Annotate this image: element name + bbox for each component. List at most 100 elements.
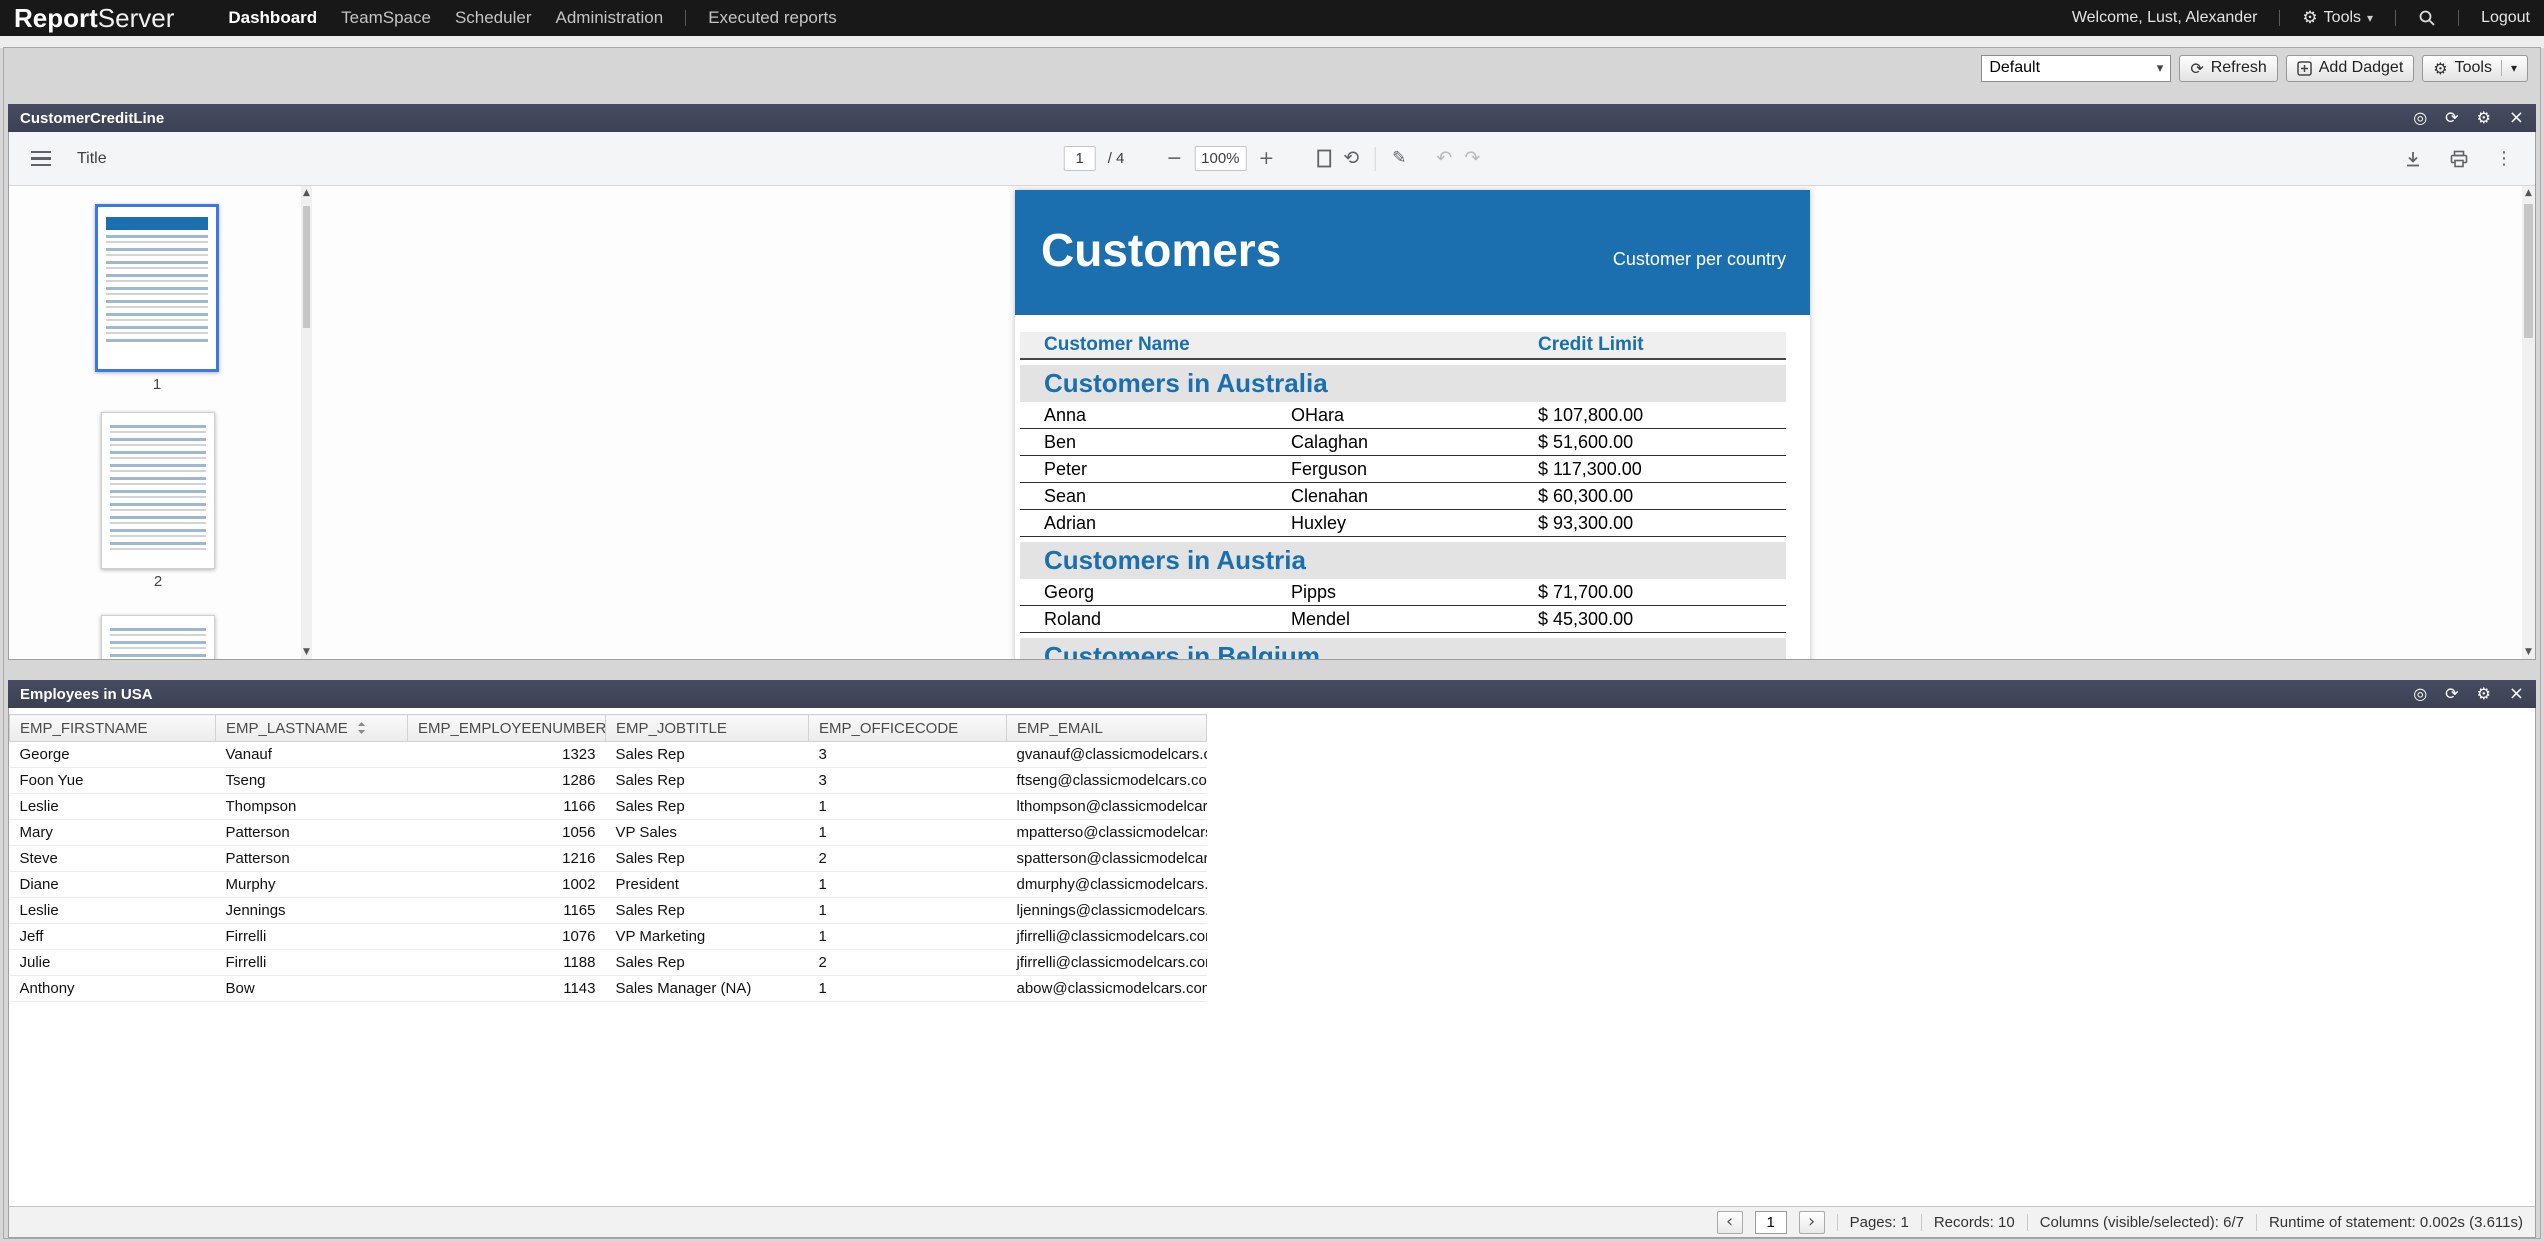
cell-jobtitle: President <box>606 872 809 898</box>
pdf-scrollbar[interactable]: ▲ ▼ <box>2522 186 2535 659</box>
thumbnail-scrollbar[interactable]: ▲ ▼ <box>301 186 312 659</box>
print-icon[interactable] <box>2449 149 2469 169</box>
report-subtitle: Customer per country <box>1613 249 1786 270</box>
tools-button[interactable]: ⚙ Tools ▾ <box>2422 55 2528 82</box>
credit-widget-title: CustomerCreditLine <box>20 110 164 127</box>
gear-icon: ⚙ <box>2302 8 2317 28</box>
widget-refresh-icon[interactable]: ⟳ <box>2445 110 2458 126</box>
widget-settings-icon[interactable]: ⚙ <box>2477 110 2491 126</box>
page-input[interactable] <box>1755 1211 1787 1234</box>
nav-item-administration[interactable]: Administration <box>544 0 676 36</box>
logout-link[interactable]: Logout <box>2481 9 2530 27</box>
credit-widget-header[interactable]: CustomerCreditLine ◎ ⟳ ⚙ × <box>8 104 2536 132</box>
employees-widget-title: Employees in USA <box>20 686 153 703</box>
zoom-out-button[interactable]: − <box>1166 149 1182 168</box>
cell-email: lthompson@classicmodelcars.… <box>1007 794 1207 820</box>
thumbnail-page-3[interactable] <box>101 615 215 659</box>
scrollbar-thumb[interactable] <box>303 206 310 328</box>
menu-icon[interactable] <box>31 151 51 166</box>
cell-lastname: Thompson <box>216 794 408 820</box>
section-heading-austria: Customers in Austria <box>1020 542 1786 579</box>
scroll-down-icon[interactable]: ▼ <box>301 645 312 659</box>
nav-item-dashboard[interactable]: Dashboard <box>216 0 329 36</box>
app-logo[interactable]: ReportServer <box>14 3 174 34</box>
column-header-jobtitle[interactable]: EMP_JOBTITLE <box>606 715 809 742</box>
topbar-tools-menu[interactable]: ⚙ Tools ▾ <box>2302 8 2373 28</box>
employees-widget-header[interactable]: Employees in USA ◎ ⟳ ⚙ × <box>8 680 2536 708</box>
cell-employeenumber: 1076 <box>408 924 606 950</box>
fit-page-icon[interactable] <box>1316 149 1331 168</box>
thumbnail-content-lines <box>106 235 208 345</box>
redo-icon[interactable]: ↷ <box>1464 149 1480 168</box>
add-dadget-label: Add Dadget <box>2319 59 2404 77</box>
cell-employeenumber: 1216 <box>408 846 606 872</box>
cell-lastname: Jennings <box>216 898 408 924</box>
table-row[interactable]: Leslie Thompson 1166 Sales Rep 1 lthomps… <box>10 794 1207 820</box>
table-row[interactable]: Foon Yue Tseng 1286 Sales Rep 3 ftseng@c… <box>10 768 1207 794</box>
search-button[interactable] <box>2418 9 2436 27</box>
dashboard-select[interactable]: Default ▾ <box>1981 55 2171 82</box>
nav-item-scheduler[interactable]: Scheduler <box>443 0 544 36</box>
widget-options-icon[interactable]: ◎ <box>2413 110 2427 126</box>
column-header-firstname[interactable]: EMP_FIRSTNAME <box>10 715 216 742</box>
cell-jobtitle: Sales Manager (NA) <box>606 976 809 1002</box>
pdf-body: 1 2 ▲ ▼ Customers Customer per country C… <box>9 186 2535 659</box>
column-header-officecode[interactable]: EMP_OFFICECODE <box>809 715 1007 742</box>
download-icon[interactable] <box>2403 149 2423 169</box>
dashboard-toolbar: Default ▾ ⟳ Refresh Add Dadget ⚙ Tools ▾ <box>1981 54 2528 82</box>
thumbnail-header-band <box>106 217 208 230</box>
table-row[interactable]: Leslie Jennings 1165 Sales Rep 1 ljennin… <box>10 898 1207 924</box>
columns-label: Columns (visible/selected): 6/7 <box>2040 1214 2244 1231</box>
cell-firstname: George <box>10 742 216 768</box>
zoom-in-button[interactable]: + <box>1258 149 1274 168</box>
rotate-icon[interactable]: ⟲ <box>1343 149 1359 168</box>
cell-email: gvanauf@classicmodelcars.com <box>1007 742 1207 768</box>
refresh-button[interactable]: ⟳ Refresh <box>2179 55 2277 82</box>
nav-item-teamspace[interactable]: TeamSpace <box>329 0 443 36</box>
widget-settings-icon[interactable]: ⚙ <box>2477 686 2491 702</box>
separator <box>2256 1214 2257 1231</box>
cell-jobtitle: VP Sales <box>606 820 809 846</box>
add-dadget-button[interactable]: Add Dadget <box>2286 55 2415 82</box>
cell-officecode: 2 <box>809 846 1007 872</box>
table-row[interactable]: Anthony Bow 1143 Sales Manager (NA) 1 ab… <box>10 976 1207 1002</box>
report-column-headers: Customer Name Credit Limit <box>1020 332 1786 360</box>
cell-lastname: Tseng <box>216 768 408 794</box>
table-row[interactable]: Mary Patterson 1056 VP Sales 1 mpatterso… <box>10 820 1207 846</box>
cell-employeenumber: 1002 <box>408 872 606 898</box>
widget-refresh-icon[interactable]: ⟳ <box>2445 686 2458 702</box>
cell-email: abow@classicmodelcars.com <box>1007 976 1207 1002</box>
zoom-level[interactable]: 100% <box>1194 146 1246 171</box>
cell-lastname: Bow <box>216 976 408 1002</box>
thumbnail-page-2[interactable] <box>101 412 215 569</box>
scroll-up-icon[interactable]: ▲ <box>301 186 312 200</box>
table-row[interactable]: Steve Patterson 1216 Sales Rep 2 spatter… <box>10 846 1207 872</box>
annotate-icon[interactable]: ✎ <box>1392 150 1406 167</box>
refresh-label: Refresh <box>2211 59 2267 77</box>
scrollbar-thumb[interactable] <box>2524 204 2533 338</box>
table-row[interactable]: Julie Firrelli 1188 Sales Rep 2 jfirrell… <box>10 950 1207 976</box>
prev-page-button[interactable]: ‹ <box>1717 1211 1743 1234</box>
scroll-up-icon[interactable]: ▲ <box>2522 186 2535 200</box>
cell-jobtitle: Sales Rep <box>606 794 809 820</box>
pages-label: Pages: 1 <box>1850 1214 1909 1231</box>
scroll-down-icon[interactable]: ▼ <box>2522 645 2535 659</box>
widget-close-icon[interactable]: × <box>2509 109 2524 127</box>
more-options-icon[interactable]: ⋮ <box>2495 150 2513 168</box>
widget-close-icon[interactable]: × <box>2509 685 2524 703</box>
pdf-page: Customers Customer per country Customer … <box>1015 190 1810 659</box>
separator <box>2395 10 2396 26</box>
page-number-input[interactable] <box>1064 146 1096 171</box>
column-header-email[interactable]: EMP_EMAIL <box>1007 715 1207 742</box>
table-row[interactable]: Diane Murphy 1002 President 1 dmurphy@cl… <box>10 872 1207 898</box>
table-row[interactable]: George Vanauf 1323 Sales Rep 3 gvanauf@c… <box>10 742 1207 768</box>
undo-icon[interactable]: ↶ <box>1436 149 1452 168</box>
widget-options-icon[interactable]: ◎ <box>2413 686 2427 702</box>
next-page-button[interactable]: › <box>1799 1211 1825 1234</box>
column-header-employeenumber[interactable]: EMP_EMPLOYEENUMBER <box>408 715 606 742</box>
thumbnail-page-1[interactable] <box>95 204 219 372</box>
table-row[interactable]: Jeff Firrelli 1076 VP Marketing 1 jfirre… <box>10 924 1207 950</box>
nav-item-executed-reports[interactable]: Executed reports <box>696 0 849 36</box>
column-header-lastname[interactable]: EMP_LASTNAME <box>216 715 408 742</box>
nav-separator <box>685 10 686 26</box>
